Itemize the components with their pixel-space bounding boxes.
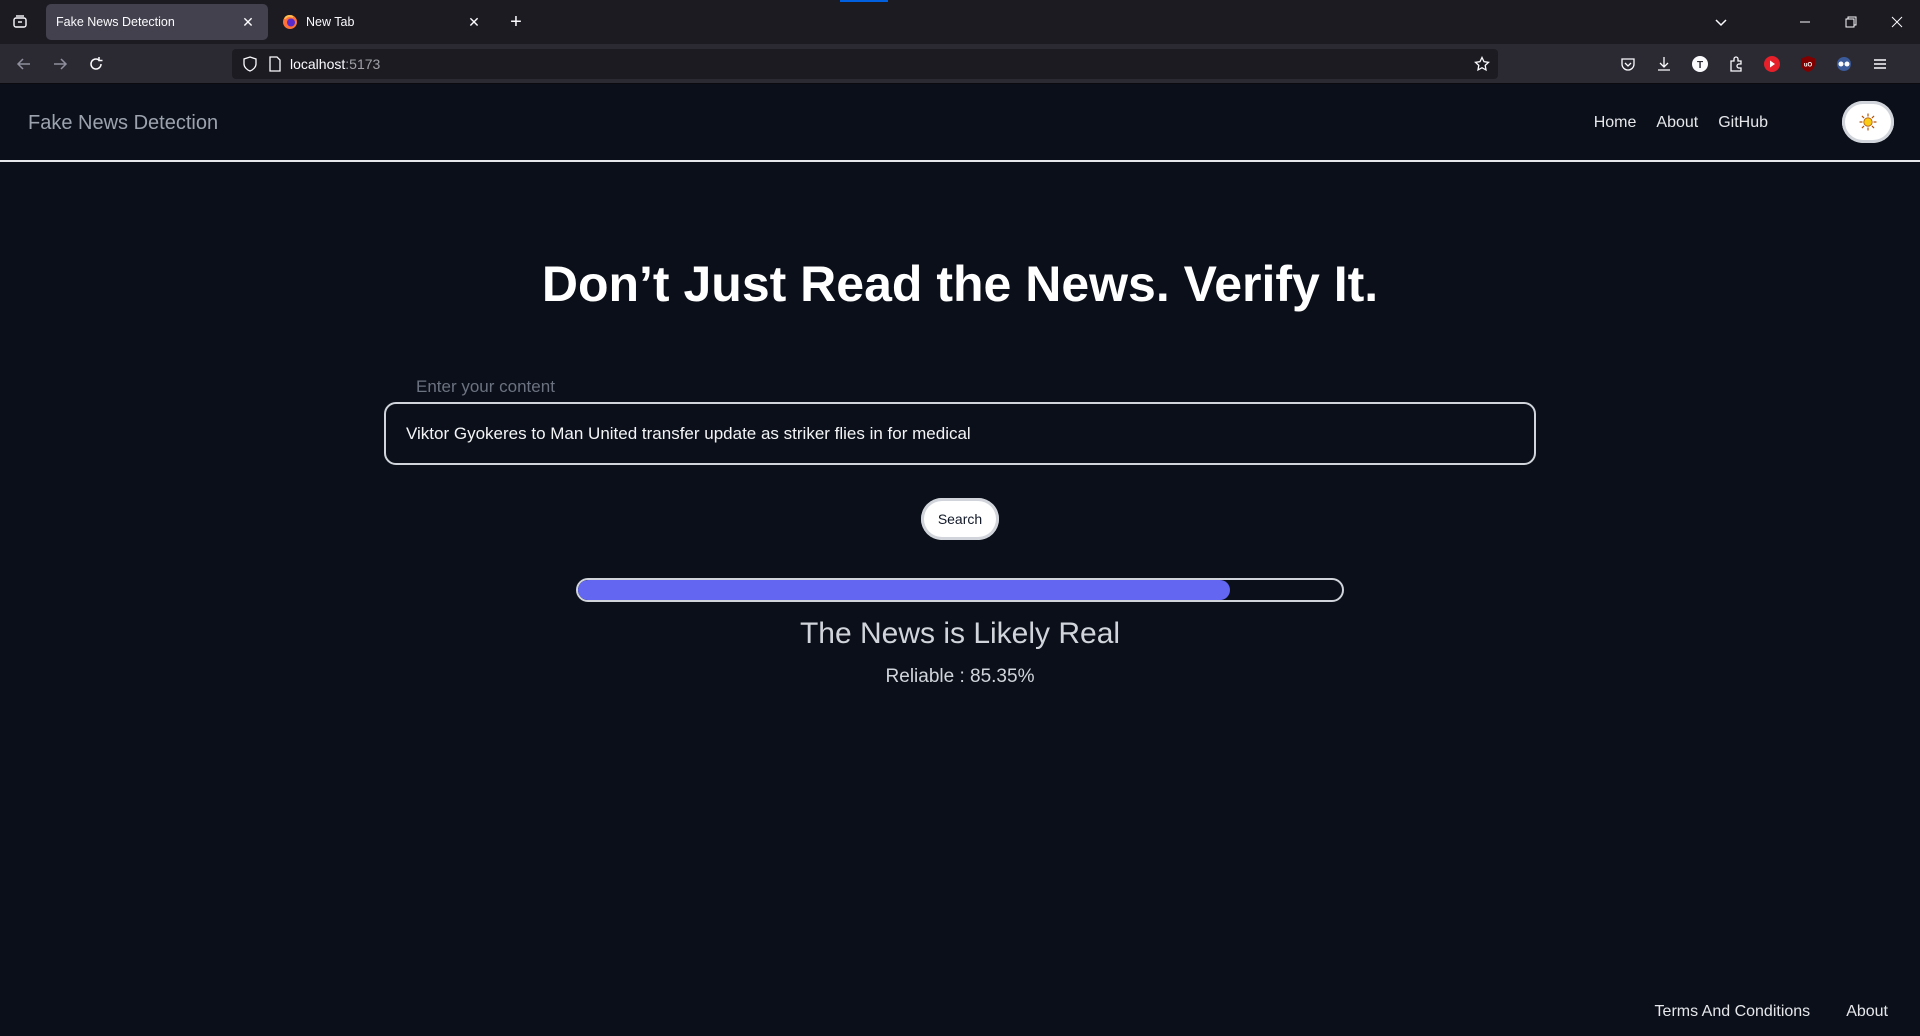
url-host: localhost: [290, 56, 346, 72]
tab-new-tab[interactable]: New Tab ✕: [272, 4, 494, 40]
hero-title: Don’t Just Read the News. Verify It.: [541, 256, 1379, 312]
star-icon[interactable]: [1474, 56, 1490, 72]
reliability-progress-fill: [578, 580, 1231, 600]
extensions-icon[interactable]: [1722, 50, 1750, 78]
page: Fake News Detection Home About GitHub Do…: [0, 85, 1920, 1036]
window-controls: [1698, 0, 1920, 44]
tab-title: New Tab: [306, 15, 355, 29]
browser-tab-bar: Fake News Detection ✕ New Tab ✕ +: [0, 0, 1920, 44]
tab-loading-indicator: [840, 0, 888, 2]
glasses-extension-icon[interactable]: [1830, 50, 1858, 78]
toolbar-extensions: T uO: [1614, 50, 1894, 78]
youtube-icon[interactable]: [1758, 50, 1786, 78]
nav-about-link[interactable]: About: [1656, 114, 1698, 132]
tab-title: Fake News Detection: [56, 15, 175, 29]
content-input-label: Enter your content: [416, 377, 555, 396]
ublock-icon[interactable]: uO: [1794, 50, 1822, 78]
page-icon[interactable]: [268, 56, 282, 72]
brand-title[interactable]: Fake News Detection: [28, 112, 218, 135]
site-footer: Terms And Conditions About: [1655, 1003, 1888, 1021]
sun-icon: [1859, 113, 1877, 131]
tab-fake-news-detection[interactable]: Fake News Detection ✕: [46, 4, 268, 40]
svg-text:uO: uO: [1804, 63, 1813, 69]
tab-list-icon[interactable]: [6, 8, 34, 36]
chevron-down-icon[interactable]: [1698, 0, 1744, 44]
url-bar[interactable]: localhost:5173: [232, 49, 1498, 79]
minimize-icon[interactable]: [1782, 0, 1828, 44]
firefox-icon: [282, 14, 298, 30]
reload-icon[interactable]: [82, 50, 110, 78]
url-port: :5173: [345, 56, 381, 72]
back-arrow-icon[interactable]: [10, 50, 38, 78]
url-text: localhost:5173: [290, 56, 380, 72]
content-input[interactable]: [384, 402, 1536, 465]
t-extension-icon[interactable]: T: [1686, 50, 1714, 78]
site-header: Fake News Detection Home About GitHub: [0, 85, 1920, 162]
shield-icon[interactable]: [242, 56, 258, 72]
footer-terms-link[interactable]: Terms And Conditions: [1655, 1003, 1811, 1021]
search-button[interactable]: Search: [921, 498, 999, 540]
close-icon[interactable]: ✕: [464, 12, 484, 32]
nav-github-link[interactable]: GitHub: [1718, 114, 1768, 132]
menu-icon[interactable]: [1866, 50, 1894, 78]
plus-icon[interactable]: +: [502, 8, 530, 36]
footer-about-link[interactable]: About: [1846, 1003, 1888, 1021]
pocket-icon[interactable]: [1614, 50, 1642, 78]
reliability-progress-bar: [576, 578, 1344, 602]
forward-arrow-icon[interactable]: [46, 50, 74, 78]
close-window-icon[interactable]: [1874, 0, 1920, 44]
result-score: Reliable : 85.35%: [885, 666, 1035, 687]
svg-text:T: T: [1697, 60, 1703, 71]
close-icon[interactable]: ✕: [238, 12, 258, 32]
nav-home-link[interactable]: Home: [1594, 114, 1637, 132]
theme-toggle-button[interactable]: [1842, 101, 1894, 143]
site-nav: Home About GitHub: [1594, 114, 1768, 132]
browser-nav-bar: localhost:5173 T uO: [0, 44, 1920, 84]
restore-icon[interactable]: [1828, 0, 1874, 44]
download-icon[interactable]: [1650, 50, 1678, 78]
result-title: The News is Likely Real: [799, 617, 1121, 650]
